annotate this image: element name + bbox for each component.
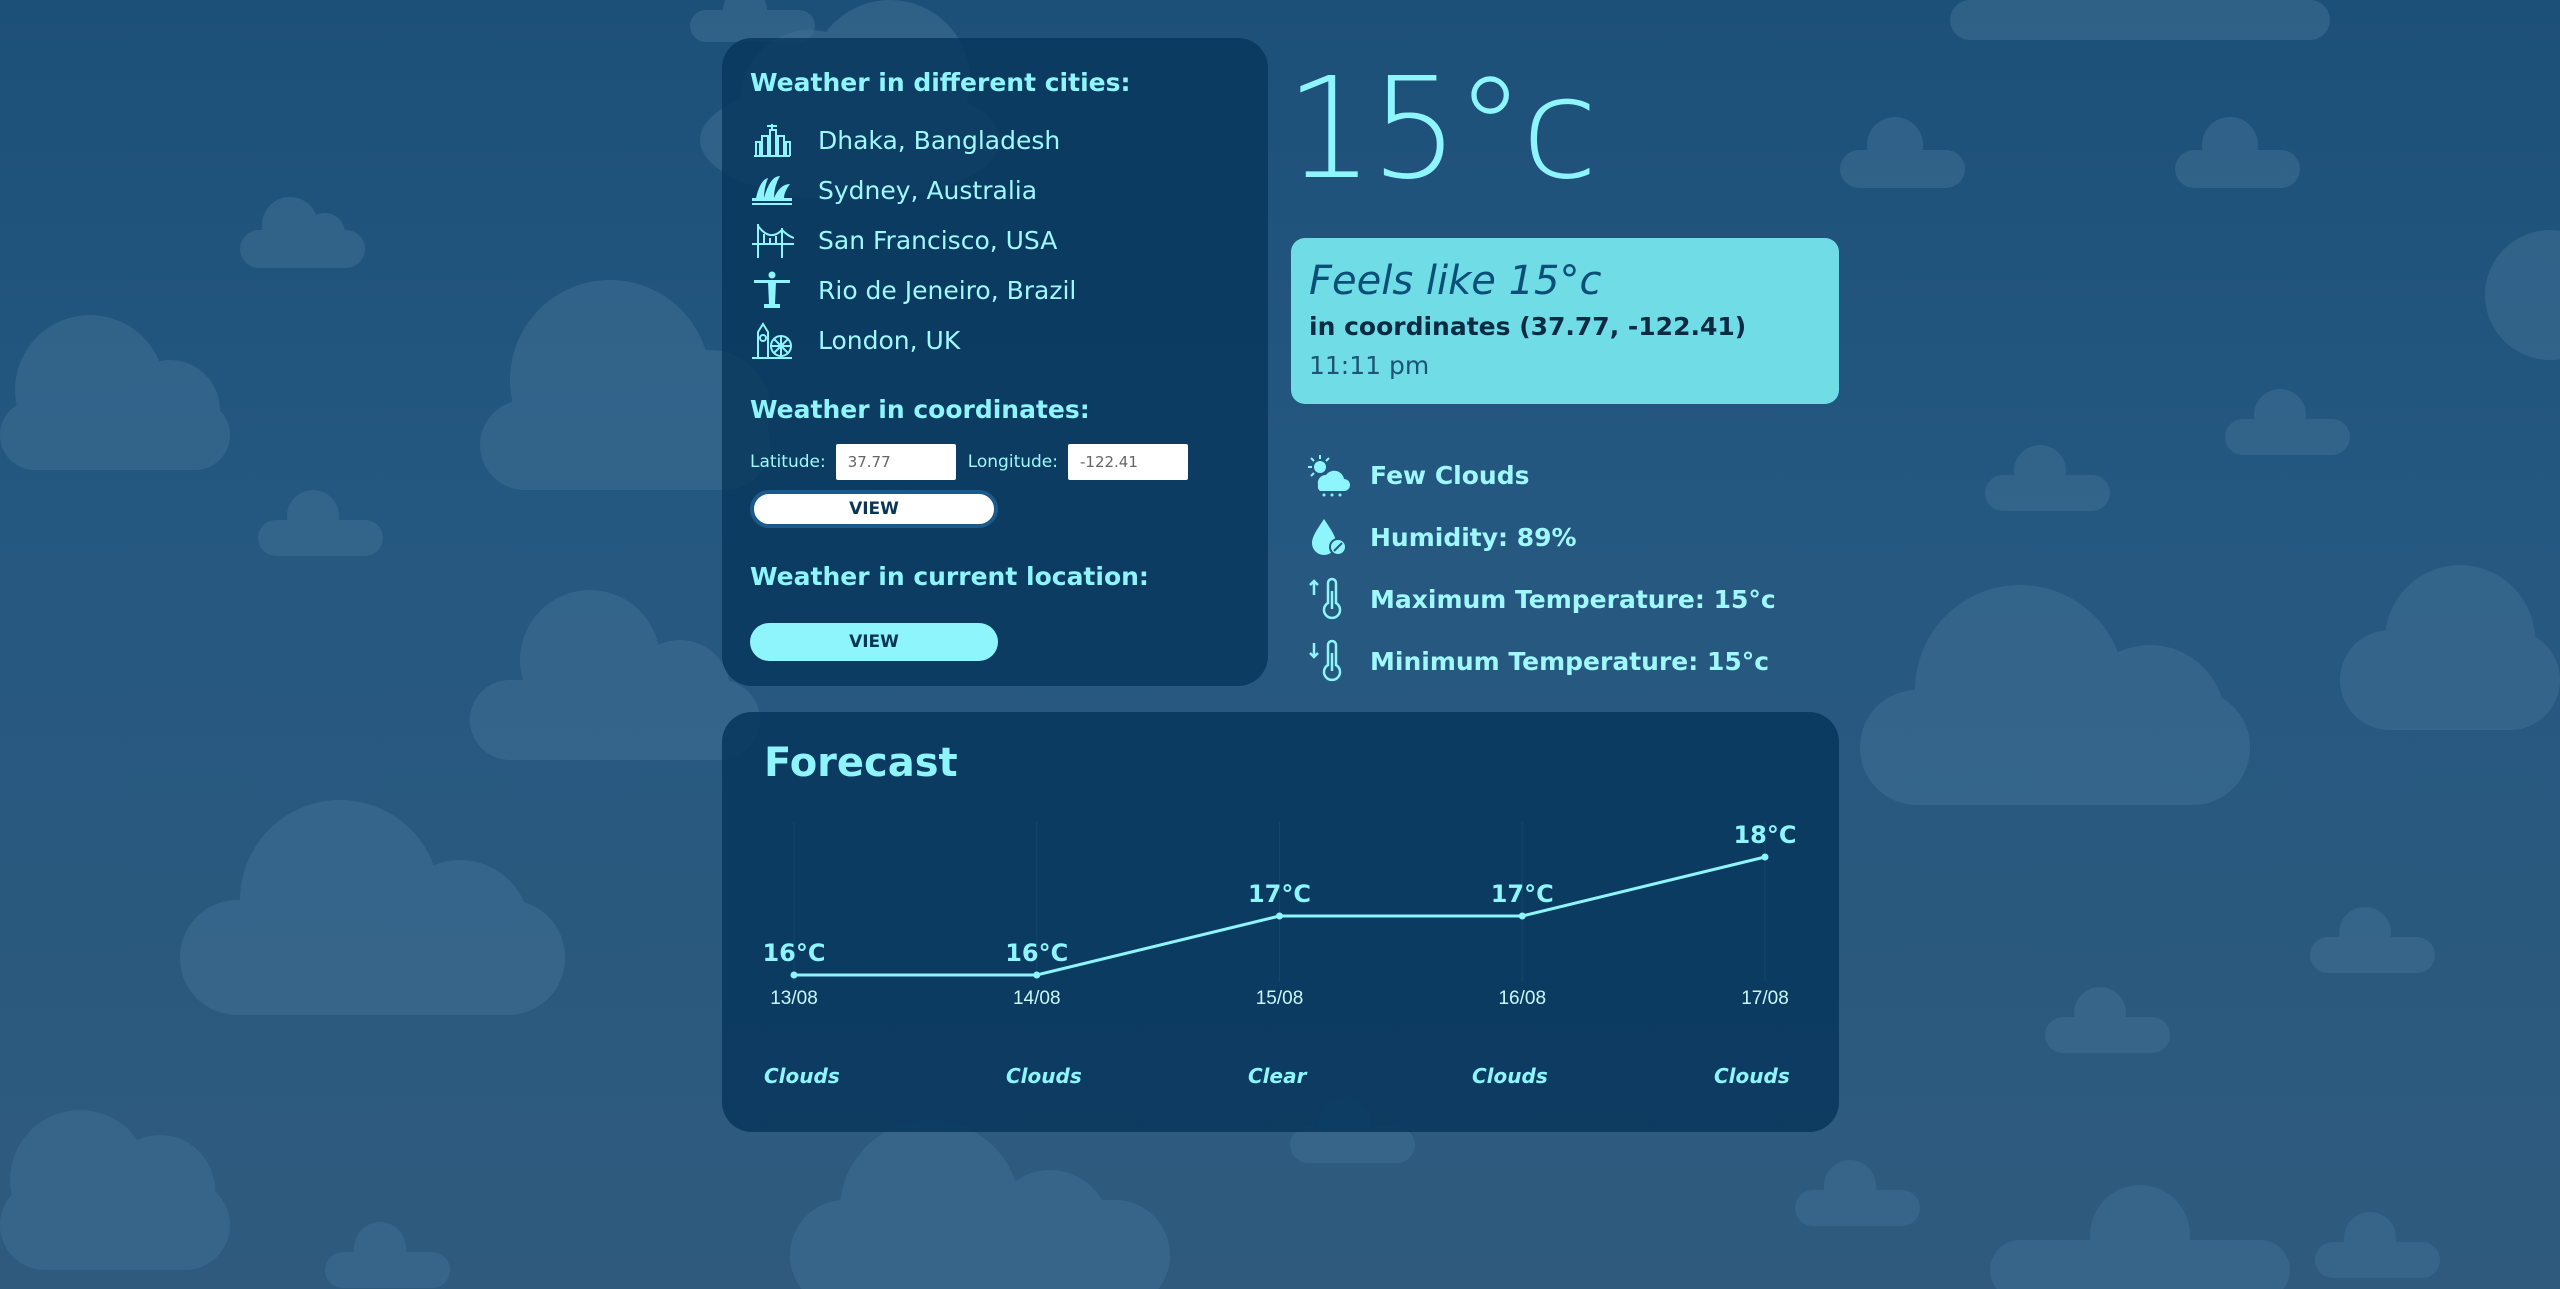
current-location-title: Weather in current location: (750, 562, 1149, 591)
forecast-panel: 16°C 13/08 16°C 14/08 17°C 15/08 17°C 16/08 18°C… (722, 712, 1839, 1132)
city-label: London, UK (818, 325, 961, 355)
city-item-san-francisco[interactable]: San Francisco, USA (750, 215, 1240, 265)
detail-label: Humidity: 89% (1370, 522, 1577, 552)
city-item-rio[interactable]: Rio de Jeneiro, Brazil (750, 265, 1240, 315)
forecast-title: Forecast (764, 740, 958, 786)
current-time: 11:11 pm (1309, 351, 1430, 380)
temperature-point (1518, 912, 1526, 920)
city-item-dhaka[interactable]: Dhaka, Bangladesh (750, 115, 1240, 165)
cities-panel: Weather in different cities: Dhaka, Bang… (722, 38, 1268, 686)
forecast-weather-labels: Clouds Clouds Clear Clouds Clouds (722, 1064, 1839, 1094)
feels-like-card: Feels like 15°c in coordinates (37.77, -… (1291, 238, 1839, 404)
detail-label: Maximum Temperature: 15°c (1370, 584, 1776, 614)
latitude-input[interactable] (835, 444, 956, 480)
city-list: Dhaka, Bangladesh Sydney, Australia San … (750, 115, 1240, 365)
temperature-point (790, 971, 798, 979)
latitude-label: Latitude: (750, 452, 826, 472)
cities-title: Weather in different cities: (750, 68, 1131, 97)
current-temperature: 15°c (1285, 48, 1598, 211)
date-label: 17/08 (1741, 988, 1789, 1009)
sydney-opera-icon (752, 176, 792, 205)
forecast-weather-label: Clouds (764, 1064, 840, 1088)
coordinates-title: Weather in coordinates: (750, 395, 1090, 424)
temperature-label: 16°C (1005, 939, 1068, 967)
temperature-label: 17°C (1248, 880, 1311, 908)
big-ben-icon (752, 322, 792, 359)
view-coordinates-button[interactable]: VIEW (750, 490, 998, 528)
detail-condition: Few Clouds (1306, 444, 1776, 506)
golden-gate-icon (752, 224, 794, 258)
forecast-weather-label: Clear (1248, 1064, 1307, 1088)
forecast-weather-label: Clouds (1714, 1064, 1790, 1088)
coordinates-text: in coordinates (37.77, -122.41) (1309, 312, 1747, 341)
date-label: 13/08 (770, 988, 818, 1009)
feels-like-text: Feels like 15°c (1309, 258, 1602, 304)
city-item-london[interactable]: London, UK (750, 315, 1240, 365)
city-label: San Francisco, USA (818, 225, 1058, 255)
detail-label: Minimum Temperature: 15°c (1370, 646, 1770, 676)
detail-min-temp: Minimum Temperature: 15°c (1306, 630, 1776, 692)
longitude-label: Longitude: (967, 452, 1058, 472)
weather-details: Few Clouds Humidity: 89% Maximum Tempera… (1306, 444, 1776, 692)
city-label: Sydney, Australia (818, 175, 1038, 205)
city-label: Rio de Jeneiro, Brazil (818, 275, 1077, 305)
view-current-location-button[interactable]: VIEW (750, 623, 998, 661)
coordinates-form: Latitude: Longitude: (750, 444, 1240, 480)
date-label: 16/08 (1498, 988, 1546, 1009)
detail-max-temp: Maximum Temperature: 15°c (1306, 568, 1776, 630)
christ-redeemer-icon (754, 271, 790, 308)
forecast-weather-label: Clouds (1472, 1064, 1548, 1088)
temperature-point (1033, 971, 1041, 979)
temperature-point (1761, 853, 1769, 861)
max-temp-icon (1309, 577, 1342, 620)
min-temp-icon (1309, 639, 1342, 682)
temperature-label: 16°C (762, 939, 825, 967)
date-label: 15/08 (1256, 988, 1304, 1009)
dhaka-landmark-icon (754, 124, 791, 157)
date-label: 14/08 (1013, 988, 1061, 1009)
few-clouds-icon (1308, 455, 1350, 497)
city-item-sydney[interactable]: Sydney, Australia (750, 165, 1240, 215)
forecast-weather-label: Clouds (1006, 1064, 1082, 1088)
detail-label: Few Clouds (1370, 460, 1530, 490)
temperature-point (1276, 912, 1283, 920)
humidity-icon (1312, 519, 1347, 556)
longitude-input[interactable] (1067, 444, 1188, 480)
temperature-label: 17°C (1491, 880, 1554, 908)
city-label: Dhaka, Bangladesh (818, 125, 1061, 155)
temperature-label: 18°C (1733, 821, 1796, 849)
detail-humidity: Humidity: 89% (1306, 506, 1776, 568)
